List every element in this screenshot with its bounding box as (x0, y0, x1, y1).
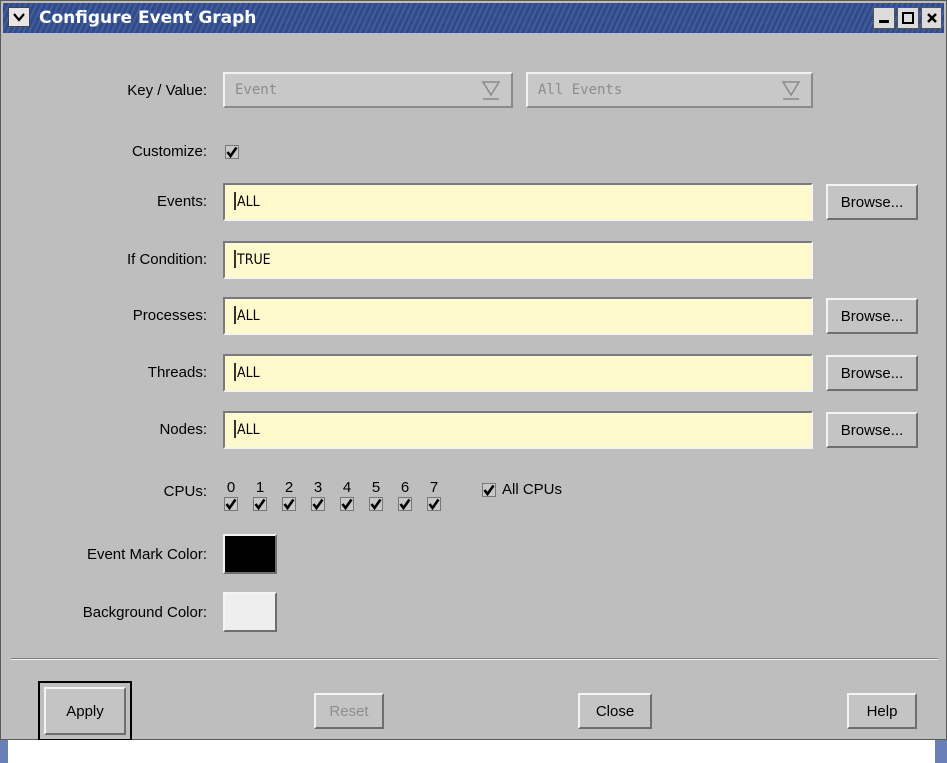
checkmark-icon (226, 146, 238, 158)
processes-label: Processes: (132, 307, 207, 324)
dropdown-arrow-icon (781, 81, 801, 100)
event-mark-color-label: Event Mark Color: (86, 546, 207, 563)
cpu-5-label: 5 (371, 479, 381, 496)
cpu-1-checkbox[interactable] (253, 497, 267, 511)
close-icon (926, 13, 937, 23)
cpu-2-checkbox[interactable] (282, 497, 296, 511)
background-color-label: Background Color: (82, 604, 207, 621)
key-value-label: Key / Value: (127, 82, 207, 99)
dropdown-arrow-icon (481, 81, 501, 100)
events-value: ALL (237, 194, 260, 210)
cpu-4-checkbox[interactable] (340, 497, 354, 511)
event-mark-color-swatch[interactable] (223, 534, 277, 574)
text-cursor (234, 420, 236, 438)
help-button[interactable]: Help (847, 693, 917, 729)
text-cursor (234, 306, 236, 324)
customize-label: Customize: (131, 143, 207, 160)
threads-input[interactable]: ALL (223, 354, 813, 392)
maximize-button[interactable] (897, 7, 919, 29)
cpu-7-checkbox[interactable] (427, 497, 441, 511)
close-button[interactable]: Close (578, 693, 652, 729)
cpu-5-checkbox[interactable] (369, 497, 383, 511)
title-bar[interactable]: Configure Event Graph (3, 3, 944, 33)
text-cursor (234, 192, 236, 210)
key-select-value: Event (235, 82, 278, 98)
close-window-button[interactable] (921, 7, 942, 29)
desktop-edge (0, 740, 8, 763)
key-select[interactable]: Event (223, 72, 513, 108)
cpu-3-checkbox[interactable] (311, 497, 325, 511)
checkmark-icon (399, 498, 411, 510)
checkmark-icon (312, 498, 324, 510)
cpu-6-label: 6 (400, 479, 410, 496)
events-label: Events: (156, 193, 207, 210)
cpu-0-label: 0 (226, 479, 236, 496)
checkmark-icon (254, 498, 266, 510)
threads-browse-button[interactable]: Browse... (826, 355, 918, 391)
apply-button[interactable]: Apply (44, 687, 126, 735)
text-cursor (234, 250, 236, 268)
nodes-input[interactable]: ALL (223, 411, 813, 449)
checkmark-icon (225, 498, 237, 510)
cpu-6-checkbox[interactable] (398, 497, 412, 511)
all-cpus-label: All CPUs (502, 481, 563, 498)
cpus-label: CPUs: (163, 483, 207, 500)
cpu-7-label: 7 (429, 479, 439, 496)
checkmark-icon (283, 498, 295, 510)
checkmark-icon (483, 484, 495, 496)
events-browse-button[interactable]: Browse... (826, 184, 918, 220)
customize-checkbox[interactable] (225, 145, 239, 159)
desktop-strip (0, 740, 947, 763)
cpu-0-checkbox[interactable] (224, 497, 238, 511)
window-menu-button[interactable] (8, 7, 30, 27)
threads-value: ALL (237, 365, 260, 381)
events-input[interactable]: ALL (223, 183, 813, 221)
if-condition-input[interactable]: TRUE (223, 241, 813, 279)
all-cpus-checkbox[interactable] (482, 483, 496, 497)
nodes-value: ALL (237, 422, 260, 438)
if-condition-value: TRUE (237, 252, 271, 268)
minimize-button[interactable] (873, 7, 895, 29)
reset-button[interactable]: Reset (314, 693, 384, 729)
cpu-3-label: 3 (313, 479, 323, 496)
background-color-swatch[interactable] (223, 592, 277, 632)
chevron-down-icon (13, 13, 25, 22)
separator (11, 658, 938, 660)
value-select[interactable]: All Events (526, 72, 813, 108)
desktop-edge (935, 740, 947, 763)
maximize-icon (902, 12, 914, 24)
checkmark-icon (370, 498, 382, 510)
configure-event-graph-window: Configure Event Graph Key / Value: Event… (0, 0, 947, 741)
cpu-1-label: 1 (255, 479, 265, 496)
nodes-browse-button[interactable]: Browse... (826, 412, 918, 448)
window-title: Configure Event Graph (39, 8, 257, 28)
cpu-4-label: 4 (342, 479, 352, 496)
threads-label: Threads: (147, 364, 207, 381)
value-select-value: All Events (538, 82, 623, 98)
cpu-2-label: 2 (284, 479, 294, 496)
processes-input[interactable]: ALL (223, 297, 813, 335)
processes-browse-button[interactable]: Browse... (826, 298, 918, 334)
nodes-label: Nodes: (159, 421, 207, 438)
checkmark-icon (341, 498, 353, 510)
text-cursor (234, 363, 236, 381)
minimize-icon (879, 20, 889, 23)
checkmark-icon (428, 498, 440, 510)
processes-value: ALL (237, 308, 260, 324)
if-condition-label: If Condition: (126, 251, 207, 268)
